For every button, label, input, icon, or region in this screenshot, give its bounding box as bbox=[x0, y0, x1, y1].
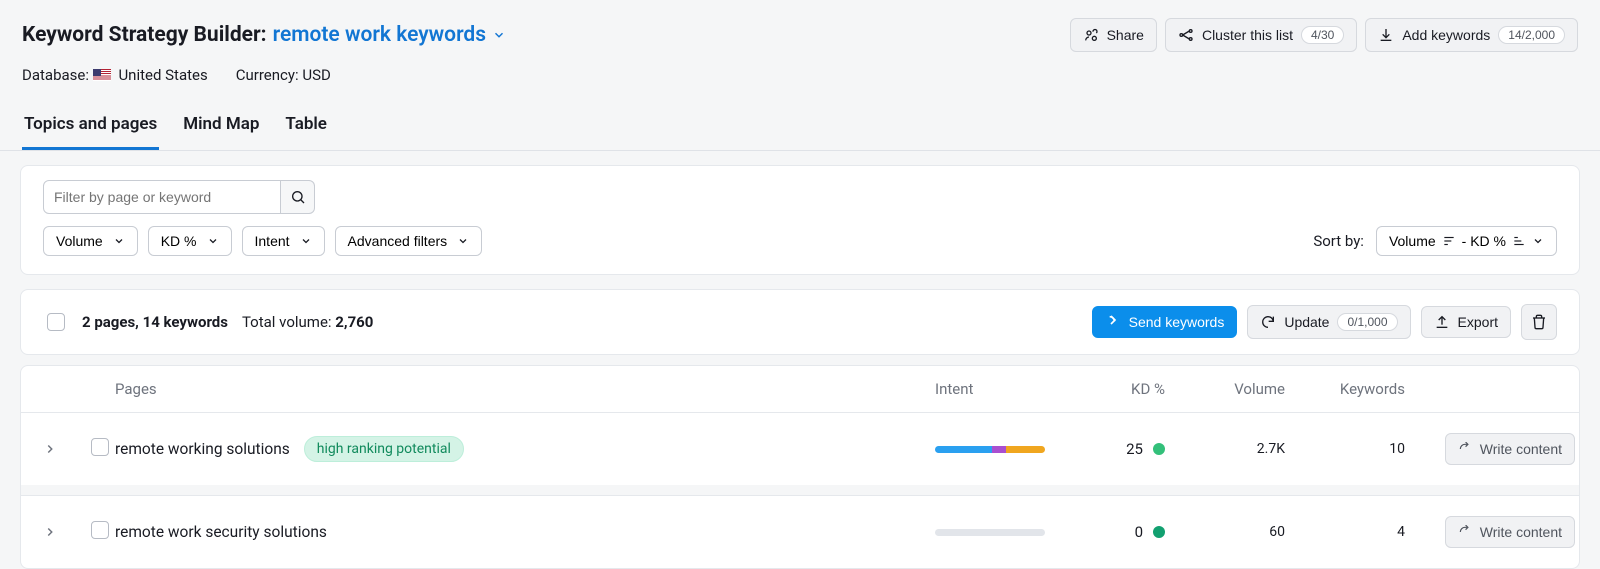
sort-asc-icon bbox=[1512, 234, 1526, 248]
write-content-label: Write content bbox=[1480, 524, 1562, 540]
chevron-right-icon[interactable] bbox=[43, 525, 57, 539]
filter-intent-label: Intent bbox=[255, 233, 290, 249]
chevron-right-icon[interactable] bbox=[43, 442, 57, 456]
sort-selector[interactable]: Volume - KD % bbox=[1376, 226, 1557, 256]
filter-kd[interactable]: KD % bbox=[148, 226, 232, 256]
send-keywords-label: Send keywords bbox=[1129, 314, 1225, 330]
write-content-button[interactable]: Write content bbox=[1445, 433, 1575, 465]
table-row: remote working solutions high ranking pot… bbox=[21, 413, 1579, 485]
filter-advanced-label: Advanced filters bbox=[348, 233, 448, 249]
row-page-name: remote working solutions bbox=[115, 440, 290, 458]
add-keywords-button[interactable]: Add keywords 14/2,000 bbox=[1365, 18, 1578, 52]
kd-difficulty-dot bbox=[1153, 526, 1165, 538]
write-content-label: Write content bbox=[1480, 441, 1562, 457]
ranking-potential-badge: high ranking potential bbox=[304, 436, 464, 462]
export-button[interactable]: Export bbox=[1421, 306, 1511, 338]
project-name: remote work keywords bbox=[273, 23, 486, 47]
add-keywords-count-pill: 14/2,000 bbox=[1498, 26, 1565, 44]
project-selector[interactable]: remote work keywords bbox=[273, 23, 506, 47]
cluster-button[interactable]: Cluster this list 4/30 bbox=[1165, 18, 1357, 52]
database-meta: Database: United States bbox=[22, 66, 208, 84]
delete-button[interactable] bbox=[1521, 304, 1557, 340]
add-keywords-label: Add keywords bbox=[1402, 27, 1490, 43]
filter-intent[interactable]: Intent bbox=[242, 226, 325, 256]
export-icon bbox=[1434, 314, 1450, 330]
currency-meta: Currency: USD bbox=[236, 66, 331, 84]
chevron-down-icon bbox=[300, 235, 312, 247]
tab-topics-and-pages[interactable]: Topics and pages bbox=[22, 106, 159, 150]
cluster-icon bbox=[1178, 27, 1194, 43]
col-kd: KD % bbox=[1055, 380, 1165, 398]
filter-advanced[interactable]: Advanced filters bbox=[335, 226, 483, 256]
chevron-down-icon bbox=[1532, 235, 1544, 247]
arrow-right-icon bbox=[1105, 314, 1121, 330]
row-page-name: remote work security solutions bbox=[115, 523, 327, 541]
share-icon bbox=[1083, 27, 1099, 43]
row-volume: 2.7K bbox=[1165, 441, 1285, 457]
search-icon bbox=[290, 189, 306, 205]
row-keywords-count: 4 bbox=[1285, 524, 1405, 540]
trash-icon bbox=[1531, 314, 1547, 330]
sort-desc-icon bbox=[1442, 234, 1456, 248]
filter-volume-label: Volume bbox=[56, 233, 103, 249]
arrow-redo-icon bbox=[1458, 442, 1472, 456]
chevron-down-icon bbox=[113, 235, 125, 247]
row-keywords-count: 10 bbox=[1285, 441, 1405, 457]
col-keywords: Keywords bbox=[1285, 380, 1405, 398]
search-button[interactable] bbox=[281, 180, 315, 214]
filter-kd-label: KD % bbox=[161, 233, 197, 249]
sort-value-2: - KD % bbox=[1462, 233, 1506, 249]
tab-mind-map[interactable]: Mind Map bbox=[181, 106, 261, 150]
summary-total-volume: Total volume: 2,760 bbox=[242, 313, 373, 331]
filter-volume[interactable]: Volume bbox=[43, 226, 138, 256]
chevron-down-icon bbox=[492, 28, 506, 42]
kd-difficulty-dot bbox=[1153, 443, 1165, 455]
intent-bar bbox=[935, 446, 1045, 453]
sort-by-label: Sort by: bbox=[1313, 232, 1364, 250]
update-count-pill: 0/1,000 bbox=[1337, 313, 1397, 331]
select-all-checkbox[interactable] bbox=[47, 313, 65, 331]
intent-bar-empty bbox=[935, 529, 1045, 536]
share-button[interactable]: Share bbox=[1070, 18, 1157, 52]
download-icon bbox=[1378, 27, 1394, 43]
chevron-down-icon bbox=[207, 235, 219, 247]
write-content-button[interactable]: Write content bbox=[1445, 516, 1575, 548]
arrow-redo-icon bbox=[1458, 525, 1472, 539]
col-pages: Pages bbox=[115, 380, 935, 398]
update-button[interactable]: Update 0/1,000 bbox=[1247, 305, 1410, 339]
refresh-icon bbox=[1260, 314, 1276, 330]
row-volume: 60 bbox=[1165, 524, 1285, 540]
share-label: Share bbox=[1107, 27, 1144, 43]
us-flag-icon bbox=[93, 69, 111, 81]
page-title: Keyword Strategy Builder: bbox=[22, 23, 267, 47]
database-label: Database: bbox=[22, 66, 89, 84]
row-checkbox[interactable] bbox=[91, 438, 109, 456]
update-label: Update bbox=[1284, 314, 1329, 330]
tab-table[interactable]: Table bbox=[283, 106, 329, 150]
send-keywords-button[interactable]: Send keywords bbox=[1092, 306, 1238, 338]
col-intent: Intent bbox=[935, 380, 1055, 398]
currency-value: USD bbox=[302, 66, 330, 84]
filter-input[interactable] bbox=[43, 180, 281, 214]
row-checkbox[interactable] bbox=[91, 521, 109, 539]
cluster-count-pill: 4/30 bbox=[1301, 26, 1344, 44]
currency-label: Currency: bbox=[236, 66, 299, 84]
export-label: Export bbox=[1458, 314, 1498, 330]
sort-value-1: Volume bbox=[1389, 233, 1436, 249]
cluster-label: Cluster this list bbox=[1202, 27, 1293, 43]
row-kd-value: 0 bbox=[1135, 523, 1143, 541]
col-volume: Volume bbox=[1165, 380, 1285, 398]
table-row: remote work security solutions 0 604 Write … bbox=[21, 495, 1579, 568]
database-value: United States bbox=[118, 66, 207, 84]
summary-pages-keywords: 2 pages, 14 keywords bbox=[82, 313, 228, 331]
total-volume-label: Total volume: bbox=[242, 313, 332, 331]
row-kd-value: 25 bbox=[1126, 440, 1143, 458]
total-volume-value: 2,760 bbox=[335, 313, 373, 331]
chevron-down-icon bbox=[457, 235, 469, 247]
